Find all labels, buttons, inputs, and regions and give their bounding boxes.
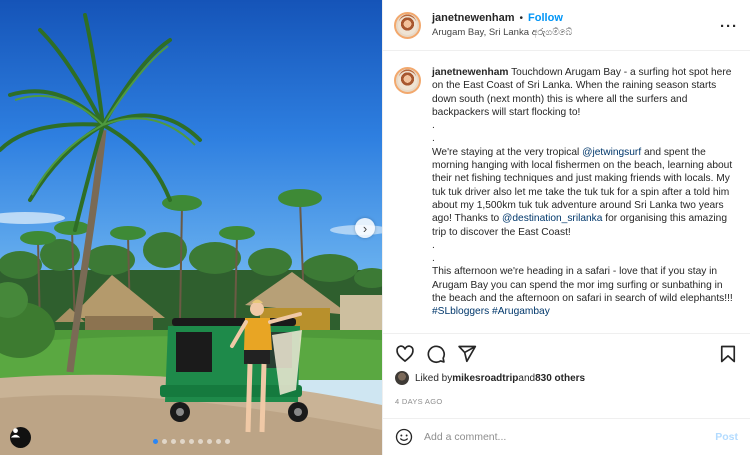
caption-separator: . (432, 253, 435, 265)
post-detail-panel: janetnewenham • Follow Arugam Bay, Sri L… (382, 0, 750, 455)
post-header: janetnewenham • Follow Arugam Bay, Sri L… (383, 0, 750, 51)
mention-link[interactable]: @jetwingsurf (582, 147, 641, 158)
carousel-dot (179, 439, 185, 444)
caption-avatar[interactable] (394, 67, 421, 94)
chevron-right-icon: › (362, 220, 368, 236)
carousel-dot (197, 439, 203, 444)
carousel-dot (188, 439, 194, 444)
likes-count-link[interactable]: 830 others (535, 373, 585, 384)
comment-input[interactable] (424, 431, 684, 443)
avatar[interactable] (394, 11, 421, 39)
caption-separator: . (432, 239, 435, 251)
separator-dot: • (519, 12, 524, 24)
hashtag-link[interactable]: #Arugambay (489, 306, 550, 317)
share-icon[interactable] (457, 344, 477, 364)
action-bar (383, 333, 750, 373)
likes-prefix: Liked by (415, 372, 453, 384)
mention-link[interactable]: @destination_srilanka (502, 213, 602, 224)
liker-username[interactable]: mikesroadtrip (452, 373, 518, 384)
likes-summary: Liked by mikesroadtrip and 830 others (395, 371, 585, 385)
post-comment-button[interactable]: Post (715, 431, 738, 443)
heart-icon[interactable] (395, 344, 415, 364)
more-options-icon[interactable]: ··· (720, 18, 738, 35)
carousel-dot (161, 439, 167, 444)
liker-avatar[interactable] (395, 371, 409, 385)
follow-button[interactable]: Follow (528, 12, 563, 24)
tagged-user-icon (10, 428, 21, 438)
caption-container: janetnewenham Touchdown Arugam Bay - a s… (383, 52, 750, 332)
carousel-dot (170, 439, 176, 444)
caption-username[interactable]: janetnewenham (432, 67, 508, 78)
caption-separator: . (432, 120, 435, 132)
carousel-dot (206, 439, 212, 444)
carousel-dot (152, 439, 158, 444)
post-photo[interactable]: › (0, 0, 382, 455)
caption-separator: . (432, 133, 435, 145)
emoji-icon[interactable] (395, 428, 413, 446)
post-timestamp[interactable]: 4 DAYS AGO (395, 397, 442, 406)
carousel-dot (215, 439, 221, 444)
post-caption: janetnewenham Touchdown Arugam Bay - a s… (432, 66, 737, 332)
carousel-next-button[interactable]: › (355, 218, 375, 238)
tagged-user-button[interactable] (10, 427, 31, 448)
carousel-indicator (0, 439, 382, 444)
carousel-dot (224, 439, 230, 444)
hashtag-link[interactable]: #SLbloggers (432, 306, 489, 317)
username-link[interactable]: janetnewenham (432, 12, 515, 24)
comment-icon[interactable] (426, 344, 446, 364)
bookmark-icon[interactable] (718, 344, 738, 364)
likes-middle: and (518, 372, 536, 384)
caption-text: We're staying at the very tropical (432, 146, 583, 158)
photo-scene (0, 13, 382, 455)
caption-text: This afternoon we're heading in a safari… (432, 266, 733, 305)
location-link[interactable]: Arugam Bay, Sri Lanka අරුගම්බේ (432, 27, 572, 38)
comment-bar: Post (383, 418, 750, 455)
